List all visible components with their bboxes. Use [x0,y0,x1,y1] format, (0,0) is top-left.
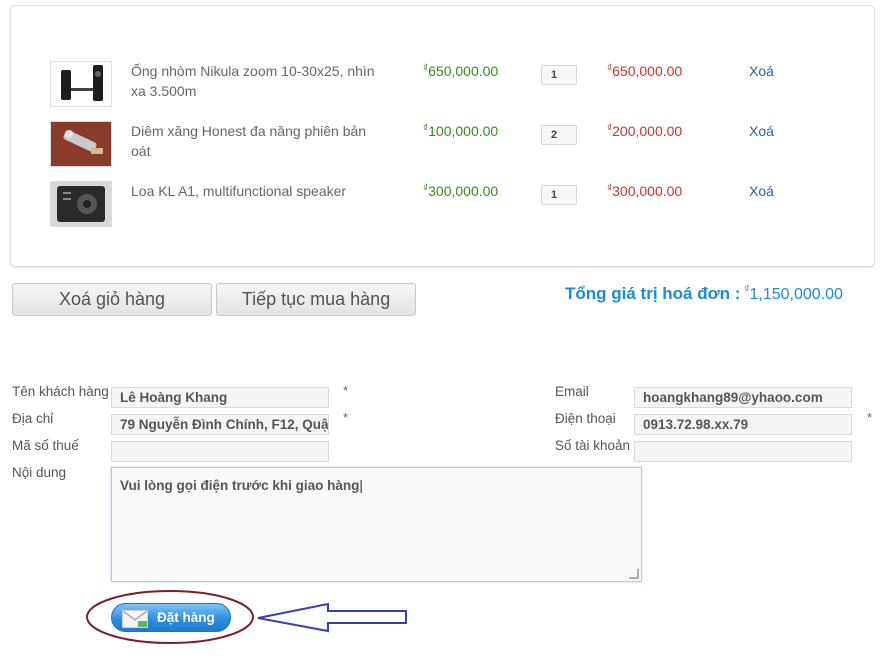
tax-code-label: Mã số thuế [12,438,79,453]
clear-cart-button[interactable]: Xoá giỏ hàng [12,283,212,316]
arrow-icon [257,602,407,633]
phone-input[interactable]: 0913.72.98.xx.79 [634,414,852,435]
quantity-input[interactable]: 1 [541,185,577,205]
address-label: Địa chỉ [12,411,54,426]
envelope-icon [122,610,148,628]
resize-handle-icon[interactable] [629,569,639,579]
unit-price: ₫100,000.00 [423,123,499,139]
grand-total: Tổng giá trị hoá đơn : ₫1,150,000.00 [565,284,843,304]
remove-item-link[interactable]: Xoá [749,123,774,139]
product-image-lighter[interactable] [50,121,112,167]
required-mark: * [867,410,873,425]
customer-name-input[interactable]: Lê Hoàng Khang [111,387,329,408]
line-total: ₫300,000.00 [607,183,683,199]
product-name[interactable]: Loa KL A1, multifunctional speaker [131,181,386,201]
required-mark: * [343,410,349,425]
line-total: ₫200,000.00 [607,123,683,139]
quantity-input[interactable]: 2 [541,125,577,145]
email-label: Email [555,384,589,399]
place-order-label: Đặt hàng [157,610,215,625]
product-name[interactable]: Diêm xăng Honest đa năng phiên bản oát [131,121,386,161]
tax-code-input[interactable] [111,441,329,462]
line-total: ₫650,000.00 [607,63,683,79]
product-name[interactable]: Ống nhòm Nikula zoom 10-30x25, nhìn xa 3… [131,61,386,101]
email-input[interactable]: hoangkhang89@yhaoo.com [634,387,852,408]
product-image-binoculars[interactable] [50,61,112,107]
bank-account-input[interactable] [634,441,852,462]
product-image-speaker[interactable] [50,181,112,227]
remove-item-link[interactable]: Xoá [749,183,774,199]
phone-label: Điện thoại [555,411,616,426]
address-input[interactable]: 79 Nguyễn Đình Chính, F12, Quậ [111,414,329,435]
bank-account-label: Số tài khoản [555,438,631,453]
unit-price: ₫650,000.00 [423,63,499,79]
required-mark: * [343,383,349,398]
quantity-input[interactable]: 1 [541,65,577,85]
content-textarea[interactable]: Vui lòng gọi điện trước khi giao hàng| [111,467,642,582]
continue-shopping-button[interactable]: Tiếp tục mua hàng [216,283,416,316]
content-label: Nội dung [12,465,67,480]
grand-total-value: ₫1,150,000.00 [744,284,843,303]
customer-name-label: Tên khách hàng [12,384,109,399]
unit-price: ₫300,000.00 [423,183,499,199]
place-order-button[interactable]: Đặt hàng [111,603,231,632]
grand-total-label: Tổng giá trị hoá đơn : [565,284,741,303]
remove-item-link[interactable]: Xoá [749,63,774,79]
